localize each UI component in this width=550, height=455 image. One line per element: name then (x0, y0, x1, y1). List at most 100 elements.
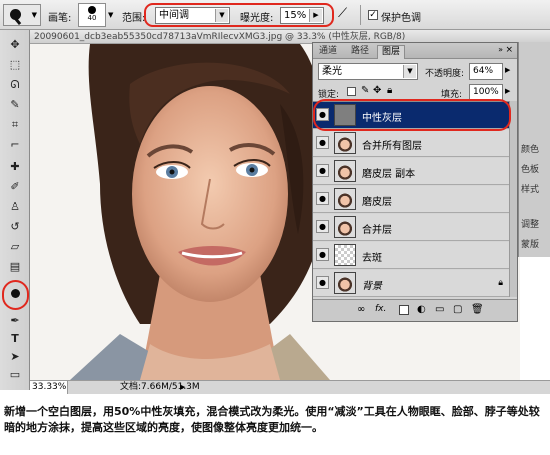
protect-tones-checkbox[interactable]: ✓ (368, 10, 378, 20)
blend-mode-select[interactable]: 柔光 ▼ (318, 63, 418, 80)
type-tool-icon[interactable]: T (5, 330, 25, 348)
lock-all-icon[interactable]: 🔒︎ (387, 85, 392, 96)
chevron-down-icon: ▼ (215, 9, 228, 22)
options-bar: ▼ 画笔: 40 ▼ 范围: 中间调 ▼ 曝光度: 15% ▶ ⟋ ✓ 保护色调 (0, 0, 550, 30)
layer-row[interactable]: ● 磨皮层 (313, 186, 517, 213)
fill-value: 100% (473, 87, 499, 97)
layer-name: 合并层 (362, 225, 392, 236)
layer-row[interactable]: ● 合并层 (313, 214, 517, 241)
opacity-value: 64% (473, 66, 494, 76)
brush-picker[interactable]: 40 (78, 3, 106, 27)
tab-paths[interactable]: 路径 (347, 45, 373, 59)
brush-tool-icon[interactable]: ✐ (5, 178, 25, 196)
brush-size: 40 (87, 14, 97, 22)
lock-move-icon[interactable]: ✥ (373, 85, 381, 96)
shape-tool-icon[interactable]: ▭ (5, 366, 25, 384)
eye-icon[interactable]: ● (316, 192, 329, 205)
eye-icon[interactable]: ● (316, 136, 329, 149)
eye-icon[interactable]: ● (316, 220, 329, 233)
layer-thumbnail (334, 216, 356, 238)
doc-size: 文档:7.66M/51.3M (120, 382, 200, 392)
exposure-value: 15% (284, 10, 307, 21)
eye-icon[interactable]: ● (316, 248, 329, 261)
layer-thumbnail (334, 272, 356, 294)
zoom-field[interactable]: 33.33% (30, 381, 68, 394)
triangle-right-icon[interactable]: ▶ (505, 66, 510, 74)
chevron-down-icon: ▼ (403, 65, 416, 78)
marquee-tool-icon[interactable]: ⬚ (5, 56, 25, 74)
range-label: 范围: (122, 13, 146, 24)
eraser-tool-icon[interactable]: ▱ (5, 238, 25, 256)
dock-masks[interactable]: 蒙版 (521, 237, 539, 250)
dodge-tool-icon (10, 9, 21, 20)
history-brush-tool-icon[interactable]: ↺ (5, 218, 25, 236)
exposure-input[interactable]: 15% ▶ (280, 7, 324, 24)
pen-tool-icon[interactable]: ✒ (5, 312, 25, 330)
layer-name: 背景 (362, 281, 382, 292)
triangle-right-icon[interactable]: ▶ (180, 381, 185, 394)
status-bar: 33.33% 文档:7.66M/51.3M ▶ (30, 380, 550, 394)
brush-chevron-icon[interactable]: ▼ (108, 11, 113, 19)
lock-icon: 🔒︎ (498, 278, 503, 288)
tool-preset-picker[interactable]: ▼ (3, 4, 41, 26)
layer-name: 磨皮层 副本 (362, 169, 416, 180)
quick-select-tool-icon[interactable]: ✎ (5, 96, 25, 114)
toolbox: ✥ ⬚ ᘏ ✎ ⌗ ⌐ ✚ ✐ ♙ ↺ ▱ ▤ ✒ T ➤ ▭ (0, 30, 30, 390)
layer-thumbnail (334, 132, 356, 154)
healing-brush-tool-icon[interactable]: ✚ (5, 158, 25, 176)
adjustment-icon[interactable]: ◐ (417, 304, 426, 315)
move-tool-icon[interactable]: ✥ (5, 36, 25, 54)
collapse-icon[interactable]: » (498, 45, 503, 54)
trash-icon[interactable]: 🗑︎ (471, 304, 484, 315)
triangle-right-icon: ▶ (309, 9, 322, 22)
dock-swatches[interactable]: 色板 (521, 162, 539, 175)
mask-icon[interactable] (399, 305, 409, 315)
layer-thumbnail (334, 244, 356, 266)
crop-tool-icon[interactable]: ⌗ (5, 116, 25, 134)
eye-icon[interactable]: ● (316, 164, 329, 177)
path-select-tool-icon[interactable]: ➤ (5, 348, 25, 366)
separator (360, 5, 361, 25)
gradient-tool-icon[interactable]: ▤ (5, 258, 25, 276)
dock-color[interactable]: 颜色 (521, 142, 539, 155)
tab-layers[interactable]: 图层 (377, 45, 406, 59)
caption-text: 新增一个空白图层，用50%中性灰填充，混合模式改为柔光。使用“减淡”工具在人物眼… (0, 396, 550, 455)
range-value: 中间调 (159, 10, 189, 21)
layer-row-background[interactable]: ● 背景 🔒︎ (313, 270, 517, 297)
layer-row[interactable]: ● 去斑 (313, 242, 517, 269)
eye-icon[interactable]: ● (316, 276, 329, 289)
layer-row[interactable]: ● 合并所有图层 (313, 130, 517, 157)
dock-adjustments[interactable]: 调整 (521, 217, 539, 230)
dodge-tool-icon[interactable] (5, 286, 25, 304)
lasso-tool-icon[interactable]: ᘏ (5, 76, 25, 94)
layer-scrollbar[interactable] (509, 101, 517, 297)
fx-icon[interactable]: fx. (375, 304, 386, 314)
group-icon[interactable]: ▭ (435, 304, 444, 315)
clone-stamp-tool-icon[interactable]: ♙ (5, 198, 25, 216)
layer-name: 合并所有图层 (362, 141, 422, 152)
new-layer-icon[interactable]: ▢ (453, 304, 462, 315)
opacity-input[interactable]: 64% (469, 63, 503, 80)
protect-tones-label: 保护色调 (381, 13, 421, 24)
triangle-right-icon[interactable]: ▶ (505, 87, 510, 95)
layer-name: 去斑 (362, 253, 382, 264)
range-select[interactable]: 中间调 ▼ (155, 7, 230, 24)
chevron-down-icon: ▼ (31, 11, 37, 19)
layer-row[interactable]: ● 磨皮层 副本 (313, 158, 517, 185)
eyedropper-tool-icon[interactable]: ⌐ (5, 136, 25, 154)
layer-thumbnail (334, 160, 356, 182)
brush-tip-icon (88, 6, 96, 14)
close-icon[interactable]: × (505, 45, 513, 55)
lock-transparency-icon[interactable] (347, 87, 356, 96)
tab-channels[interactable]: 通道 (315, 45, 341, 59)
blend-mode-value: 柔光 (322, 66, 342, 77)
panel-tabs: 通道 路径 图层 » × (313, 43, 517, 59)
opacity-label: 不透明度: (425, 69, 465, 79)
layer-thumbnail (334, 188, 356, 210)
airbrush-icon[interactable]: ⟋ (338, 6, 347, 21)
panel-dock: 颜色 色板 样式 调整 蒙版 (518, 42, 550, 257)
lock-paint-icon[interactable]: ✎ (361, 85, 369, 96)
dock-styles[interactable]: 样式 (521, 182, 539, 195)
link-icon[interactable]: ∞ (357, 304, 365, 315)
brush-label: 画笔: (48, 13, 72, 24)
